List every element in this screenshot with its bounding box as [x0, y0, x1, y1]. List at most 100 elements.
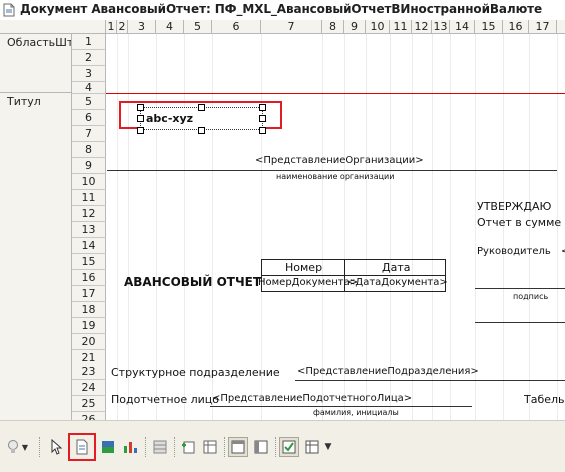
column-header[interactable]: 12	[412, 20, 432, 34]
date-param[interactable]: <ДатаДокумента>	[347, 277, 448, 288]
column-header[interactable]: 16	[503, 20, 529, 34]
row-header[interactable]: 19	[72, 318, 106, 334]
row-header[interactable]: 8	[72, 142, 106, 158]
department-label: Структурное подразделение	[111, 366, 280, 379]
signature-caption: подпись	[513, 292, 549, 301]
row-header[interactable]: 7	[72, 126, 106, 142]
column-header[interactable]: 13	[432, 20, 450, 34]
grid-line	[366, 34, 367, 420]
grid-line	[261, 34, 262, 420]
column-header[interactable]: 10	[366, 20, 390, 34]
resize-handle[interactable]	[259, 115, 266, 122]
grid-line	[156, 34, 157, 420]
window-title: Документ АвансовыйОтчет: ПФ_MXL_Авансовы…	[20, 2, 543, 16]
column-header[interactable]: 5	[184, 20, 212, 34]
approve-label: УТВЕРЖДАЮ	[477, 200, 552, 213]
toolbar-separator	[275, 437, 277, 457]
list-icon[interactable]	[302, 437, 322, 457]
column-header[interactable]: 11	[390, 20, 412, 34]
resize-handle[interactable]	[137, 127, 144, 134]
row-header[interactable]: 14	[72, 238, 106, 254]
column-header[interactable]: 15	[475, 20, 503, 34]
row-header[interactable]: 11	[72, 190, 106, 206]
row-header[interactable]: 4	[72, 82, 106, 94]
row-header[interactable]: 18	[72, 302, 106, 318]
check-icon[interactable]	[279, 437, 299, 457]
resize-handle[interactable]	[198, 104, 205, 111]
tab-number-label: Табельн	[524, 393, 565, 406]
department-underline	[295, 380, 565, 381]
row-header[interactable]: 20	[72, 334, 106, 350]
pointer-icon[interactable]	[46, 437, 66, 457]
grid-line	[117, 34, 118, 420]
row-header[interactable]: 25	[72, 396, 106, 412]
row-header[interactable]: 5	[72, 94, 106, 110]
column-header[interactable]: 2	[117, 20, 128, 34]
grid-line	[184, 34, 185, 420]
toolbar-separator	[174, 437, 176, 457]
column-header[interactable]: 8	[322, 20, 344, 34]
columns-icon[interactable]	[251, 437, 271, 457]
row-header[interactable]: 9	[72, 158, 106, 174]
row-header[interactable]: 2	[72, 50, 106, 66]
grid-line	[450, 34, 451, 420]
headers-icon[interactable]	[228, 437, 248, 457]
textbox-tool-icon[interactable]	[72, 437, 92, 457]
table-icon[interactable]	[200, 437, 220, 457]
document-icon	[3, 3, 15, 17]
signature-underline	[475, 322, 565, 323]
toolbar-separator	[224, 437, 226, 457]
accountable-param[interactable]: <ПредставлениеПодотчетногоЛица>	[212, 393, 412, 404]
grid-line	[344, 34, 345, 420]
row-header[interactable]: 12	[72, 206, 106, 222]
column-header[interactable]: 3	[128, 20, 156, 34]
resize-handle[interactable]	[259, 127, 266, 134]
chevron-down-icon[interactable]: ▼	[20, 437, 30, 457]
row-header[interactable]: 13	[72, 222, 106, 238]
manager-label: Руководитель	[477, 246, 551, 257]
row-header[interactable]: 17	[72, 286, 106, 302]
column-header[interactable]: 6	[212, 20, 261, 34]
grid-line	[212, 34, 213, 420]
grid-line	[128, 34, 129, 420]
row-header[interactable]: 23	[72, 364, 106, 380]
row-header[interactable]: 3	[72, 66, 106, 82]
row-header[interactable]: 6	[72, 110, 106, 126]
grid-line	[432, 34, 433, 420]
column-header[interactable]: 14	[450, 20, 475, 34]
row-header[interactable]: 16	[72, 270, 106, 286]
toolbar-separator	[145, 437, 147, 457]
resize-handle[interactable]	[198, 127, 205, 134]
row-header[interactable]: 10	[72, 174, 106, 190]
resize-handle[interactable]	[137, 104, 144, 111]
column-header[interactable]: 7	[261, 20, 322, 34]
area-boundary-line	[106, 93, 565, 94]
row-header[interactable]: 15	[72, 254, 106, 270]
resize-handle[interactable]	[137, 115, 144, 122]
column-header[interactable]: 1	[106, 20, 117, 34]
row-header[interactable]: 1	[72, 34, 106, 50]
chevron-down-icon[interactable]: ▼	[322, 437, 334, 457]
grid-icon[interactable]	[150, 437, 170, 457]
org-param[interactable]: <ПредставлениеОрганизации>	[255, 155, 424, 166]
column-header-partial	[557, 20, 565, 34]
picture-icon[interactable]	[98, 437, 118, 457]
report-title: АВАНСОВЫЙ ОТЧЕТ	[124, 275, 262, 289]
area-title[interactable]: Титул	[0, 93, 72, 420]
row-header[interactable]: 26	[72, 412, 106, 420]
insert-icon[interactable]	[178, 437, 198, 457]
chart-icon[interactable]	[120, 437, 140, 457]
row-header[interactable]: 24	[72, 380, 106, 396]
column-header[interactable]: 4	[156, 20, 184, 34]
column-header[interactable]: 17	[529, 20, 557, 34]
spreadsheet[interactable]: 1 2 3 4 5 6 7 8 9 10 11 12 13 14 15 16 1…	[0, 20, 565, 420]
department-param[interactable]: <ПредставлениеПодразделения>	[297, 366, 479, 377]
area-header[interactable]: ОбластьШт	[0, 34, 72, 93]
bottom-toolbar: ▼ ▼	[0, 420, 565, 472]
grid-line	[322, 34, 323, 420]
number-header: Номер	[285, 261, 323, 274]
number-param[interactable]: НомерДокумента>	[258, 277, 358, 288]
resize-handle[interactable]	[259, 104, 266, 111]
report-amount-label: Отчет в сумме	[477, 216, 562, 229]
column-header[interactable]: 9	[344, 20, 366, 34]
